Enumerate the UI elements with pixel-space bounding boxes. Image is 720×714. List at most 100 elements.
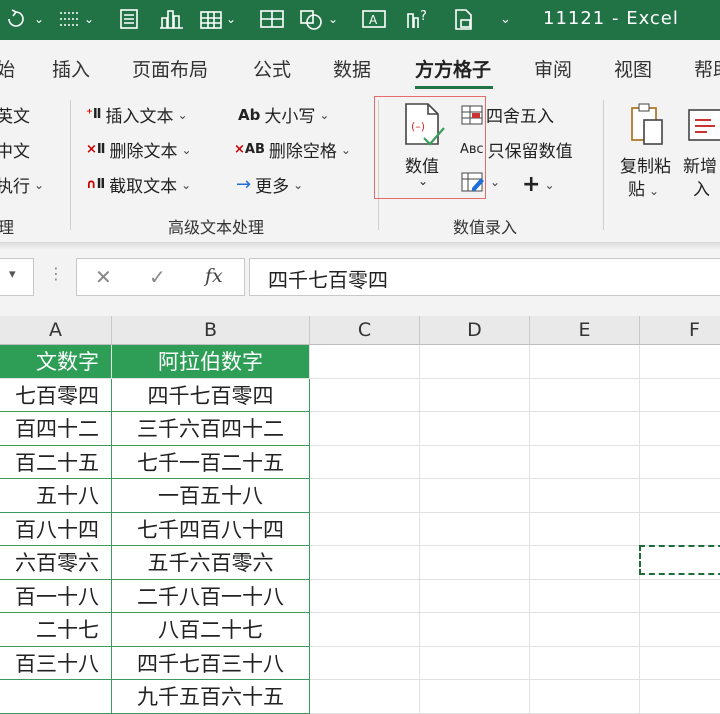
edit-cell-button[interactable]: ⌄ — [460, 170, 500, 194]
grid-cell[interactable] — [530, 378, 640, 412]
grid-cell[interactable] — [530, 345, 640, 379]
border-icon[interactable]: ⌄ — [58, 8, 94, 30]
grid-cell[interactable] — [310, 512, 420, 546]
round-button[interactable]: 四舍五入 — [460, 102, 554, 127]
grid-cell[interactable] — [640, 580, 720, 613]
grid-cell[interactable] — [640, 379, 720, 412]
grid-cell[interactable] — [310, 445, 420, 479]
table-icon[interactable]: ⌄ — [198, 8, 236, 30]
table-cell[interactable]: 七百零四 — [0, 378, 112, 412]
cancel-icon[interactable]: ✕ — [95, 265, 112, 289]
plus-button[interactable]: + ⌄ — [522, 172, 555, 197]
tab-page-layout[interactable]: 页面布局 — [132, 55, 208, 82]
grid-cell[interactable] — [640, 412, 720, 446]
table-cell[interactable]: 百三十八 — [0, 646, 112, 680]
table-cell[interactable]: 七千一百二十五 — [112, 445, 310, 479]
delete-text-button[interactable]: ×Ⅱ 删除文本 ⌄ — [86, 137, 192, 162]
undo-dropdown-icon[interactable]: ⌄ — [6, 8, 44, 30]
grid-cell[interactable] — [530, 646, 640, 680]
grid-cell[interactable] — [640, 647, 720, 680]
table-cell[interactable]: 百四十二 — [0, 412, 112, 446]
table-cell[interactable]: 四千七百三十八 — [112, 646, 310, 680]
table-cell[interactable]: 百一十八 — [0, 579, 112, 613]
grid-cell[interactable] — [420, 546, 530, 580]
chart-question-icon[interactable]: ? — [404, 8, 432, 30]
table-cell[interactable]: 八百二十七 — [112, 613, 310, 647]
table-cell[interactable]: 五十八 — [0, 479, 112, 513]
tab-help[interactable]: 帮助 — [694, 55, 720, 82]
grid-cell[interactable] — [310, 412, 420, 446]
table-cell[interactable]: 二十七 — [0, 613, 112, 647]
tab-fangfanggezi[interactable]: 方方格子 — [415, 55, 491, 82]
grid-cell[interactable] — [530, 479, 640, 513]
grid-cell[interactable] — [310, 479, 420, 513]
grid-cell[interactable] — [420, 579, 530, 613]
grid-cell[interactable] — [310, 579, 420, 613]
grid-cell[interactable] — [310, 613, 420, 647]
table-header-cell[interactable]: 文数字 — [0, 345, 112, 379]
grid-cell[interactable] — [530, 613, 640, 647]
ribbon-execute-button[interactable]: 执行 ⌄ — [0, 172, 44, 197]
column-header-b[interactable]: B — [112, 316, 310, 345]
column-header-d[interactable]: D — [420, 316, 530, 345]
extract-text-button[interactable]: ∩Ⅱ 截取文本 ⌄ — [86, 172, 191, 197]
grid-cell[interactable] — [530, 579, 640, 613]
table-cell[interactable]: 六百零六 — [0, 546, 112, 580]
shape-icon[interactable]: ⌄ — [298, 8, 338, 30]
name-box-dropdown-icon[interactable]: ▾ — [9, 267, 16, 282]
copy-paste-button[interactable]: 复制粘 贴 ⌄ — [618, 100, 678, 200]
table-cell[interactable]: 一百五十八 — [112, 479, 310, 513]
column-header-c[interactable]: C — [310, 316, 420, 345]
delete-space-button[interactable]: ×AB 删除空格 ⌄ — [234, 137, 351, 162]
grid-cell[interactable] — [530, 445, 640, 479]
grid-cell[interactable] — [420, 512, 530, 546]
grid-cell[interactable] — [640, 680, 720, 714]
grid-cell[interactable] — [640, 446, 720, 479]
table-cell[interactable]: 二千八百一十八 — [112, 579, 310, 613]
grid-cell[interactable] — [640, 479, 720, 513]
grid-cell[interactable] — [420, 445, 530, 479]
table-cell[interactable] — [0, 680, 112, 714]
grid-cell[interactable] — [420, 345, 530, 379]
name-box[interactable]: ▾ — [0, 258, 34, 296]
grid-cell[interactable] — [530, 680, 640, 714]
grid-cell[interactable] — [420, 613, 530, 647]
tab-review[interactable]: 审阅 — [534, 55, 572, 82]
grid-cell[interactable] — [640, 513, 720, 546]
tab-home[interactable]: 始 — [0, 55, 15, 82]
tab-data[interactable]: 数据 — [333, 55, 371, 82]
table-cell[interactable]: 七千四百八十四 — [112, 512, 310, 546]
grid-cell[interactable] — [420, 378, 530, 412]
grid-cell[interactable] — [640, 613, 720, 647]
grid-cell[interactable] — [310, 378, 420, 412]
confirm-icon[interactable]: ✓ — [149, 265, 166, 289]
fx-icon[interactable]: fx — [205, 265, 223, 287]
grid-cell[interactable] — [420, 479, 530, 513]
grid-cell[interactable] — [420, 646, 530, 680]
grid-cell[interactable] — [310, 680, 420, 714]
table-cell[interactable]: 五千六百零六 — [112, 546, 310, 580]
grid-cell[interactable] — [310, 546, 420, 580]
insert-text-button[interactable]: ⁺Ⅱ 插入文本 ⌄ — [86, 102, 188, 127]
grid-cell[interactable] — [310, 646, 420, 680]
table-cell[interactable]: 三千六百四十二 — [112, 412, 310, 446]
column-header-e[interactable]: E — [530, 316, 640, 345]
document-lock-icon[interactable] — [452, 8, 478, 30]
column-header-f[interactable]: F — [640, 316, 720, 345]
value-button[interactable]: (–) 数值 ⌄ — [400, 102, 446, 192]
formula-input[interactable]: 四千七百零四 — [249, 258, 720, 296]
grid-cell[interactable] — [530, 546, 640, 580]
grid-cell[interactable] — [530, 412, 640, 446]
keep-values-button[interactable]: Aʙᴄ 只保留数值 — [460, 137, 573, 162]
grid-cell[interactable] — [640, 345, 720, 379]
grid-cell[interactable] — [310, 345, 420, 379]
grid-cell[interactable] — [530, 512, 640, 546]
ribbon-chinese-button[interactable]: 中文 — [0, 137, 30, 162]
new-insert-button[interactable]: 新增 入 — [683, 100, 720, 200]
table-header-cell[interactable]: 阿拉伯数字 — [112, 345, 310, 379]
table-cell[interactable]: 百八十四 — [0, 512, 112, 546]
form-icon[interactable] — [118, 8, 140, 30]
column-header-a[interactable]: A — [0, 316, 112, 345]
grid-cell[interactable] — [420, 412, 530, 446]
ribbon-english-button[interactable]: 英文 — [0, 102, 30, 127]
